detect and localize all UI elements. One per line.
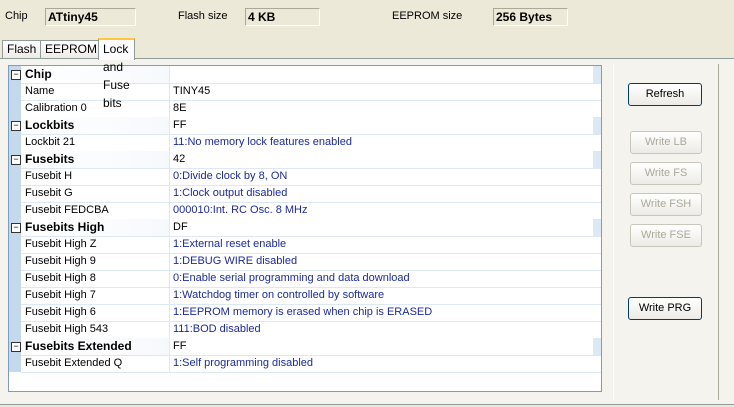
collapse-icon[interactable]: − xyxy=(11,121,21,131)
property-row[interactable]: Fusebit FEDCBA 000010:Int. RC Osc. 8 MHz xyxy=(21,202,601,220)
eeprom-size-value: 256 Bytes xyxy=(493,8,568,26)
category-row[interactable]: − Fusebits Extended FF xyxy=(11,338,601,356)
tab-lock-and-fuse-bits[interactable]: Lock and Fuse bits xyxy=(98,38,135,110)
property-name: Fusebit G xyxy=(25,187,73,199)
property-value: 0:Divide clock by 8, ON xyxy=(169,168,593,185)
property-name: Calibration 0 xyxy=(25,102,87,114)
property-name: Fusebit High 7 xyxy=(25,289,96,301)
property-value: DF xyxy=(169,219,593,236)
property-row[interactable]: Fusebit H 0:Divide clock by 8, ON xyxy=(21,168,601,186)
property-name: Fusebit High 8 xyxy=(25,272,96,284)
eeprom-size-label: EEPROM size xyxy=(392,10,463,22)
property-row[interactable]: Fusebit High 9 1:DEBUG WIRE disabled xyxy=(21,253,601,271)
tab-flash[interactable]: Flash xyxy=(2,40,42,58)
property-row[interactable]: Fusebit G 1:Clock output disabled xyxy=(21,185,601,203)
property-name: Name xyxy=(25,85,55,97)
refresh-button[interactable]: Refresh xyxy=(628,83,702,106)
property-value: 8E xyxy=(169,100,593,117)
collapse-icon[interactable]: − xyxy=(11,342,21,352)
property-value: 1:External reset enable xyxy=(169,236,593,253)
property-name: Fusebit Extended Q xyxy=(25,357,123,369)
property-row[interactable]: Lockbit 21 11:No memory lock features ena… xyxy=(21,134,601,152)
property-name: Lockbits xyxy=(25,118,75,132)
property-row[interactable]: Fusebit Extended Q 1:Self programming dis… xyxy=(21,355,601,373)
property-row[interactable]: Fusebit High 6 1:EEPROM memory is erased … xyxy=(21,304,601,322)
property-row[interactable]: Fusebit High 8 0:Enable serial programmin… xyxy=(21,270,601,288)
property-value: 000010:Int. RC Osc. 8 MHz xyxy=(169,202,593,219)
category-row[interactable]: − Fusebits High DF xyxy=(11,219,601,237)
category-row[interactable]: − Fusebits 42 xyxy=(11,151,601,169)
tab-eeprom[interactable]: EEPROM xyxy=(40,40,103,58)
property-value: 1:DEBUG WIRE disabled xyxy=(169,253,593,270)
property-name: Lockbit 21 xyxy=(25,136,76,148)
property-name: Fusebits Extended xyxy=(25,339,132,353)
property-name: Fusebits xyxy=(25,152,75,166)
property-row[interactable]: Fusebit High 543 111:BOD disabled xyxy=(21,321,601,339)
category-row[interactable]: − Lockbits FF xyxy=(11,117,601,135)
property-name: Fusebits High xyxy=(25,220,105,234)
property-value: FF xyxy=(169,117,593,134)
property-value: 1:Clock output disabled xyxy=(169,185,593,202)
flash-size-label: Flash size xyxy=(178,10,228,22)
property-name: Fusebit FEDCBA xyxy=(25,204,109,216)
property-row[interactable]: Fusebit High 7 1:Watchdog timer on contro… xyxy=(21,287,601,305)
property-name: Fusebit H xyxy=(25,170,73,182)
collapse-icon[interactable]: − xyxy=(11,70,21,80)
collapse-icon[interactable]: − xyxy=(11,155,21,165)
write-lb-button[interactable]: Write LB xyxy=(630,131,702,154)
property-value: 1:Self programming disabled xyxy=(169,355,593,372)
property-value: 1:Watchdog timer on controlled by softwa… xyxy=(169,287,593,304)
property-name: Fusebit High 6 xyxy=(25,306,96,318)
write-fsh-button[interactable]: Write FSH xyxy=(630,193,702,216)
button-panel: Refresh Write LB Write FS Write FSH Writ… xyxy=(613,64,719,400)
property-value: 1:EEPROM memory is erased when chip is E… xyxy=(169,304,593,321)
write-fs-button[interactable]: Write FS xyxy=(630,162,702,185)
property-value: 42 xyxy=(169,151,593,168)
write-prg-button[interactable]: Write PRG xyxy=(628,297,702,320)
property-name: Fusebit High 9 xyxy=(25,255,96,267)
property-value: TINY45 xyxy=(169,83,593,100)
property-name: Fusebit High Z xyxy=(25,238,97,250)
property-grid: − Chip Name TINY45 Calibration 0 8E − Lockbits F… xyxy=(8,65,602,392)
chip-value: ATtiny45 xyxy=(45,8,136,26)
property-value: FF xyxy=(169,338,593,355)
property-value: 0:Enable serial programming and data dow… xyxy=(169,270,593,287)
property-value: 111:BOD disabled xyxy=(169,321,593,338)
grid-gutter xyxy=(9,66,21,372)
property-name: Chip xyxy=(25,67,52,81)
write-fse-button[interactable]: Write FSE xyxy=(630,224,702,247)
chip-label: Chip xyxy=(5,10,28,22)
flash-size-value: 4 KB xyxy=(245,8,320,26)
collapse-icon[interactable]: − xyxy=(11,223,21,233)
property-value: 11:No memory lock features enabled xyxy=(169,134,593,151)
property-value xyxy=(169,66,593,83)
property-row[interactable]: Fusebit High Z 1:External reset enable xyxy=(21,236,601,254)
property-name: Fusebit High 543 xyxy=(25,323,109,335)
